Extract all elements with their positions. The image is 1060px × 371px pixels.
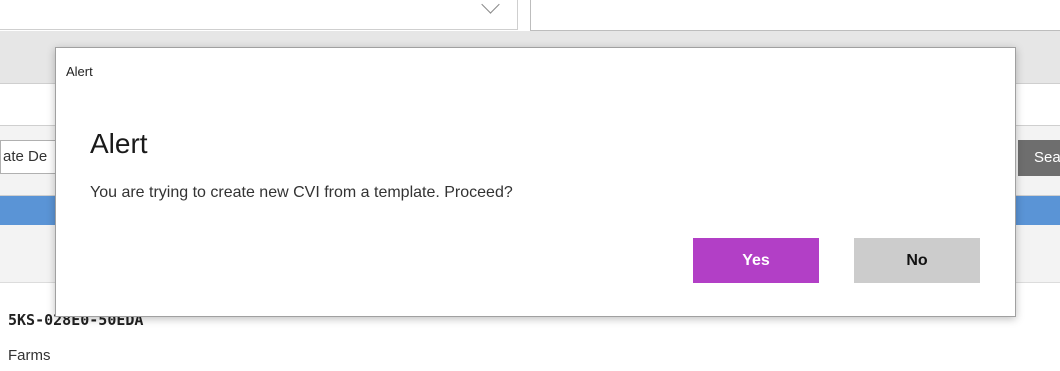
date-field[interactable]: ate De (0, 140, 60, 174)
yes-button[interactable]: Yes (693, 238, 819, 283)
divider (530, 0, 531, 31)
dialog-heading: Alert (90, 128, 148, 159)
search-button[interactable]: Sea (1018, 140, 1060, 176)
template-dropdown[interactable] (0, 0, 518, 30)
dialog-message: You are trying to create new CVI from a … (90, 184, 513, 201)
chevron-down-icon (481, 0, 500, 14)
dialog-title-bar: Alert (66, 64, 93, 79)
farms-label: Farms (8, 347, 51, 364)
no-button[interactable]: No (854, 238, 980, 283)
alert-dialog: Alert Alert You are trying to create new… (55, 47, 1016, 317)
